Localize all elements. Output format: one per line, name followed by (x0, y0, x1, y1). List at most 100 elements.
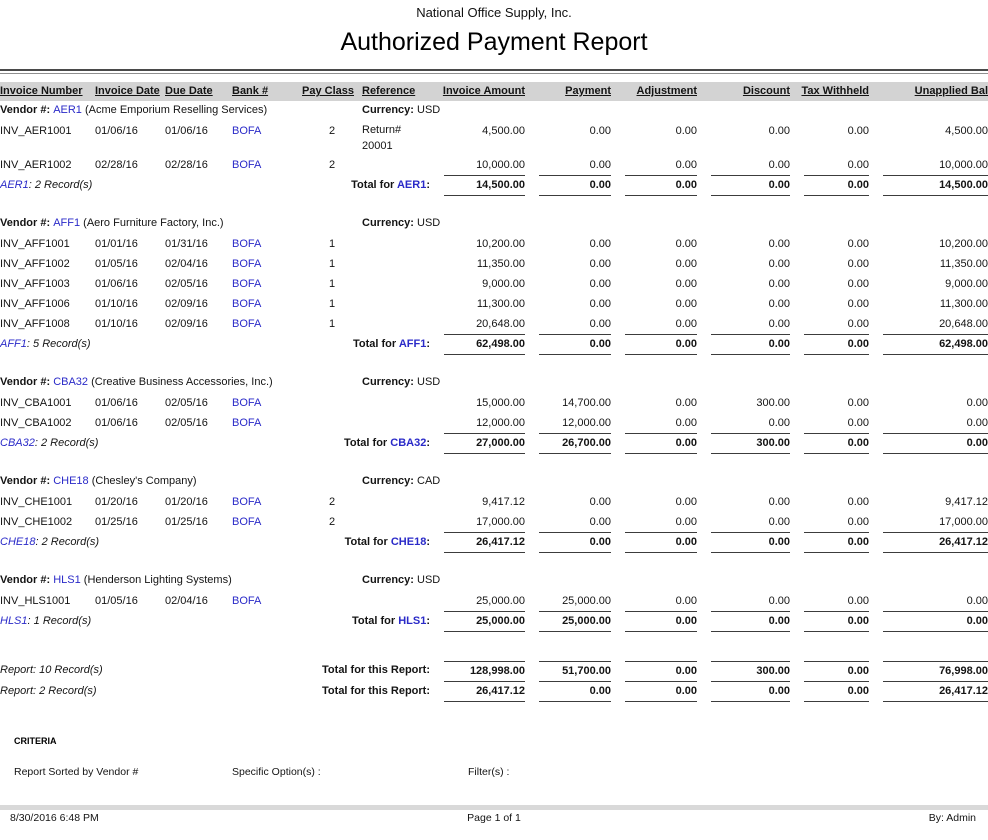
bank-cell: BOFA (232, 275, 302, 295)
amount-cell: 0.00 (611, 315, 697, 335)
vendor-code-link[interactable]: CHE18 (0, 536, 35, 548)
vendor-code-link[interactable]: CBA32 (390, 437, 426, 449)
amount-value: 0.00 (625, 394, 697, 413)
amount-cell: 11,350.00 (430, 255, 525, 275)
amount-value: 0.00 (804, 533, 869, 553)
bank-code-link[interactable]: BOFA (232, 125, 261, 137)
empty-cell (790, 571, 869, 592)
amount-value: 0.00 (711, 682, 790, 702)
vendor-code-link[interactable]: AER1 (397, 179, 426, 191)
criteria-heading: CRITERIA (14, 736, 57, 746)
amount-value: 25,000.00 (444, 592, 525, 612)
vendor-code-link[interactable]: HLS1 (53, 574, 81, 586)
amount-value: 0.00 (711, 513, 790, 533)
empty-cell (611, 472, 697, 493)
amount-value: 26,700.00 (539, 434, 611, 454)
vendor-code-link[interactable]: HLS1 (0, 615, 28, 627)
amount-value: 0.00 (711, 335, 790, 355)
bank-code-link[interactable]: BOFA (232, 516, 261, 528)
spacer-row (0, 454, 988, 472)
report-total-label: Total for this Report: (322, 664, 430, 676)
vendor-total-label: Total for (345, 536, 391, 548)
bank-cell: BOFA (232, 394, 302, 414)
amount-cell: 0.00 (525, 122, 611, 156)
amount-cell: 0.00 (869, 414, 988, 434)
vendor-code-link[interactable]: CBA32 (53, 376, 88, 388)
column-header: Adjustment (611, 82, 697, 101)
bank-code-link[interactable]: BOFA (232, 595, 261, 607)
report-records-cell: Report: 2 Record(s) (0, 682, 302, 703)
bank-code-link[interactable]: BOFA (232, 278, 261, 290)
vendor-code-link[interactable]: AER1 (0, 179, 29, 191)
bank-code-link[interactable]: BOFA (232, 238, 261, 250)
invoice-number-cell: INV_AFF1002 (0, 255, 95, 275)
amount-value: 0.00 (804, 493, 869, 512)
invoice-date-cell: 01/06/16 (95, 122, 165, 156)
amount-value: 0.00 (539, 255, 611, 274)
amount-value: 15,000.00 (444, 394, 525, 413)
vendor-code-link[interactable]: AFF1 (53, 217, 80, 229)
amount-cell: 0.00 (525, 493, 611, 513)
bank-cell: BOFA (232, 235, 302, 255)
vendor-code-link[interactable]: CHE18 (53, 475, 88, 487)
amount-cell: 26,417.12 (869, 682, 988, 703)
amount-cell: 0.00 (611, 122, 697, 156)
amount-value: 26,417.12 (444, 533, 525, 553)
amount-value: 0.00 (883, 414, 988, 434)
amount-cell: 0.00 (790, 176, 869, 196)
amount-value: 0.00 (711, 533, 790, 553)
empty-cell (790, 101, 869, 122)
bank-code-link[interactable]: BOFA (232, 318, 261, 330)
due-date-cell: 01/31/16 (165, 235, 232, 255)
amount-cell: 9,000.00 (430, 275, 525, 295)
amount-cell: 11,300.00 (869, 295, 988, 315)
amount-cell: 0.00 (525, 315, 611, 335)
bank-code-link[interactable]: BOFA (232, 159, 261, 171)
amount-cell: 0.00 (611, 434, 697, 454)
amount-value: 9,417.12 (444, 493, 525, 512)
invoice-row: INV_AFF100801/10/1602/09/16BOFA120,648.0… (0, 315, 988, 335)
bank-code-link[interactable]: BOFA (232, 417, 261, 429)
vendor-code-link[interactable]: AFF1 (0, 338, 27, 350)
amount-value: 14,500.00 (444, 176, 525, 196)
amount-value: 0.00 (625, 295, 697, 314)
amount-value: 0.00 (711, 414, 790, 434)
amount-cell: 76,998.00 (869, 661, 988, 682)
vendor-total-label: Total for (351, 179, 397, 191)
amount-value: 0.00 (539, 122, 611, 141)
amount-value: 27,000.00 (444, 434, 525, 454)
bank-code-link[interactable]: BOFA (232, 258, 261, 270)
empty-cell (697, 101, 790, 122)
vendor-code-link[interactable]: CHE18 (391, 536, 426, 548)
currency-value: USD (417, 574, 440, 586)
amount-value: 11,350.00 (444, 255, 525, 274)
vendor-total-colon: : (426, 179, 430, 191)
vendor-code-link[interactable]: CBA32 (0, 437, 35, 449)
amount-cell: 14,500.00 (430, 176, 525, 196)
vendor-records-text: : 2 Record(s) (29, 179, 93, 191)
amount-cell: 0.00 (790, 235, 869, 255)
amount-value: 10,000.00 (883, 156, 988, 176)
amount-value: 4,500.00 (883, 122, 988, 141)
bank-code-link[interactable]: BOFA (232, 397, 261, 409)
empty-cell (869, 571, 988, 592)
spacer-row (0, 355, 988, 373)
amount-cell: 11,350.00 (869, 255, 988, 275)
amount-value: 0.00 (804, 315, 869, 335)
invoice-row: INV_AFF100301/06/1602/05/16BOFA19,000.00… (0, 275, 988, 295)
bank-code-link[interactable]: BOFA (232, 298, 261, 310)
column-header: Payment (525, 82, 611, 101)
amount-cell: 0.00 (697, 414, 790, 434)
bank-cell: BOFA (232, 513, 302, 533)
reference-line: Return# (362, 122, 430, 138)
vendor-code-link[interactable]: AER1 (53, 104, 82, 116)
bank-code-link[interactable]: BOFA (232, 496, 261, 508)
amount-value: 0.00 (804, 612, 869, 632)
vendor-records-text: : 2 Record(s) (35, 536, 99, 548)
vendor-code-link[interactable]: HLS1 (398, 615, 426, 627)
amount-value: 9,417.12 (883, 493, 988, 512)
bank-cell: BOFA (232, 315, 302, 335)
vendor-code-link[interactable]: AFF1 (399, 338, 427, 350)
vendor-records-text: : 5 Record(s) (27, 338, 91, 350)
reference-cell (362, 275, 430, 295)
